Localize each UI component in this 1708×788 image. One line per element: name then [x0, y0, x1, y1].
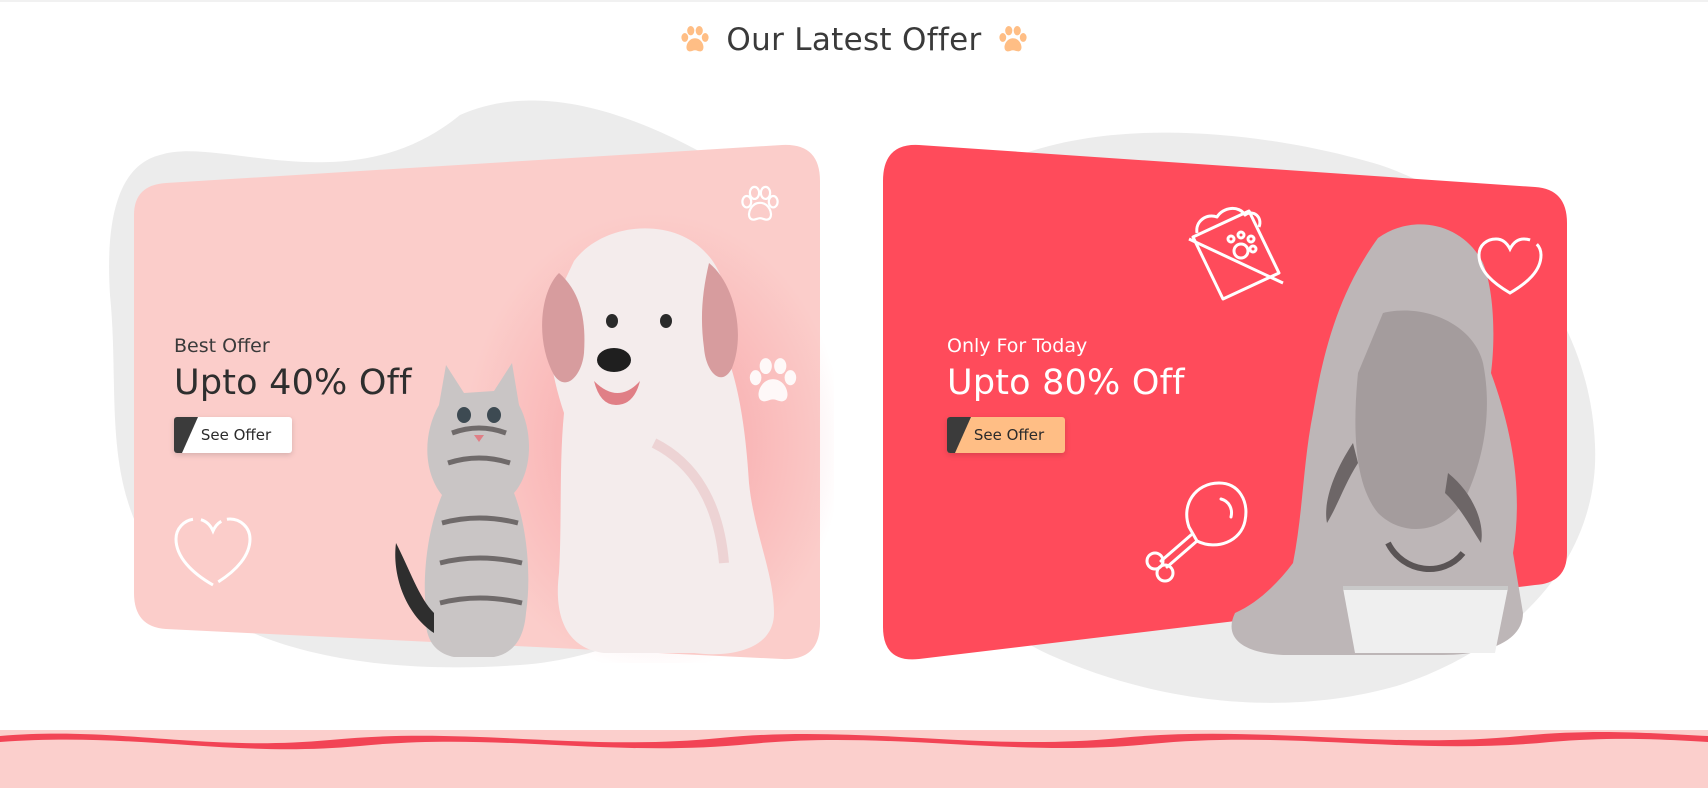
paw-icon — [681, 25, 710, 52]
paw-icon — [749, 358, 797, 402]
footer-wave — [0, 731, 1708, 758]
see-offer-button-label: See Offer — [973, 426, 1045, 444]
top-divider — [0, 0, 1708, 2]
see-offer-button[interactable]: See Offer — [174, 417, 292, 453]
see-offer-button[interactable]: See Offer — [947, 417, 1065, 453]
section-header: Our Latest Offer — [0, 22, 1708, 58]
pet-food-bowl-icon — [1188, 207, 1284, 301]
offer-text-block: Only For Today Upto 80% Off See Offer — [947, 335, 1185, 453]
offer-subtitle: Only For Today — [947, 335, 1088, 357]
offer-headline: Upto 80% Off — [947, 363, 1185, 403]
heart-icon — [174, 517, 252, 587]
paw-icon — [998, 25, 1027, 52]
offer-headline: Upto 40% Off — [174, 363, 412, 403]
see-offer-button-label: See Offer — [200, 426, 272, 444]
offer-text-block: Best Offer Upto 40% Off See Offer — [174, 335, 412, 453]
chicken-leg-icon — [1145, 481, 1248, 583]
offer-subtitle: Best Offer — [174, 335, 270, 357]
paw-icon — [741, 185, 779, 221]
section-title: Our Latest Offer — [726, 22, 982, 58]
offer-card: Only For Today Upto 80% Off See Offer — [883, 143, 1583, 673]
offer-card: Best Offer Upto 40% Off See Offer — [134, 143, 834, 663]
heart-icon — [1477, 237, 1543, 295]
